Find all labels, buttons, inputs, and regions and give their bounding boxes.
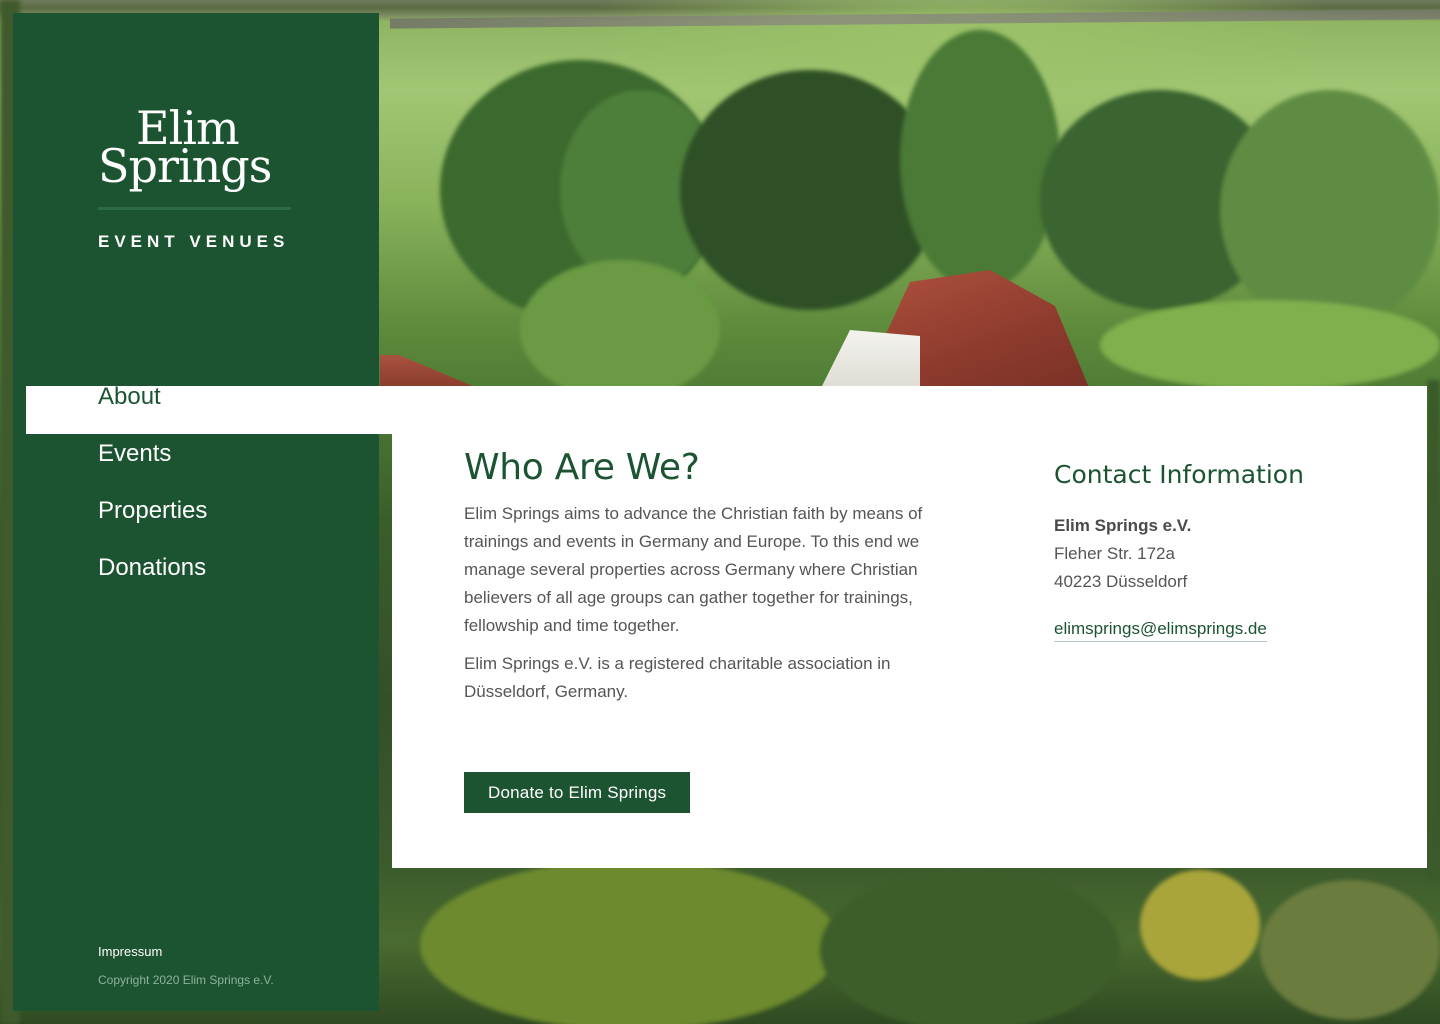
nav-item-properties[interactable]: Properties bbox=[13, 487, 379, 544]
copyright-text: Copyright 2020 Elim Springs e.V. bbox=[98, 973, 274, 987]
contact-street: Fleher Str. 172a bbox=[1054, 544, 1175, 563]
nav-item-about[interactable]: About bbox=[13, 373, 379, 421]
about-paragraph-1: Elim Springs aims to advance the Christi… bbox=[464, 504, 923, 635]
nav-active-connector bbox=[379, 386, 392, 434]
about-paragraph-2: Elim Springs e.V. is a registered charit… bbox=[464, 654, 891, 701]
sidebar-footer: Impressum Copyright 2020 Elim Springs e.… bbox=[98, 944, 274, 987]
page-title: Who Are We? bbox=[464, 447, 700, 488]
background-road bbox=[389, 9, 1440, 29]
logo-divider bbox=[98, 207, 291, 210]
contact-section: Contact Information Elim Springs e.V. Fl… bbox=[1054, 458, 1384, 642]
main-nav: About Events Properties Donations bbox=[13, 373, 379, 601]
content-panel: Who Are We? Elim Springs aims to advance… bbox=[392, 386, 1427, 868]
donate-button[interactable]: Donate to Elim Springs bbox=[464, 772, 691, 813]
contact-organization: Elim Springs e.V. bbox=[1054, 516, 1192, 535]
logo-text-line2: Springs bbox=[98, 139, 272, 193]
brand-logo[interactable]: Elim Springs EVENT VENUES bbox=[98, 105, 308, 252]
nav-item-events[interactable]: Events bbox=[13, 430, 379, 487]
nav-item-donations[interactable]: Donations bbox=[13, 544, 379, 601]
contact-city: 40223 Düsseldorf bbox=[1054, 572, 1188, 591]
logo-tagline: EVENT VENUES bbox=[98, 232, 290, 251]
contact-email-link[interactable]: elimsprings@elimsprings.de bbox=[1054, 617, 1267, 642]
building-roof bbox=[380, 355, 475, 387]
contact-address: Elim Springs e.V. Fleher Str. 172a 40223… bbox=[1054, 512, 1384, 596]
house-wall bbox=[820, 330, 920, 390]
about-section: Who Are We? Elim Springs aims to advance… bbox=[464, 446, 964, 706]
contact-title: Contact Information bbox=[1054, 460, 1304, 489]
impressum-link[interactable]: Impressum bbox=[98, 944, 274, 959]
